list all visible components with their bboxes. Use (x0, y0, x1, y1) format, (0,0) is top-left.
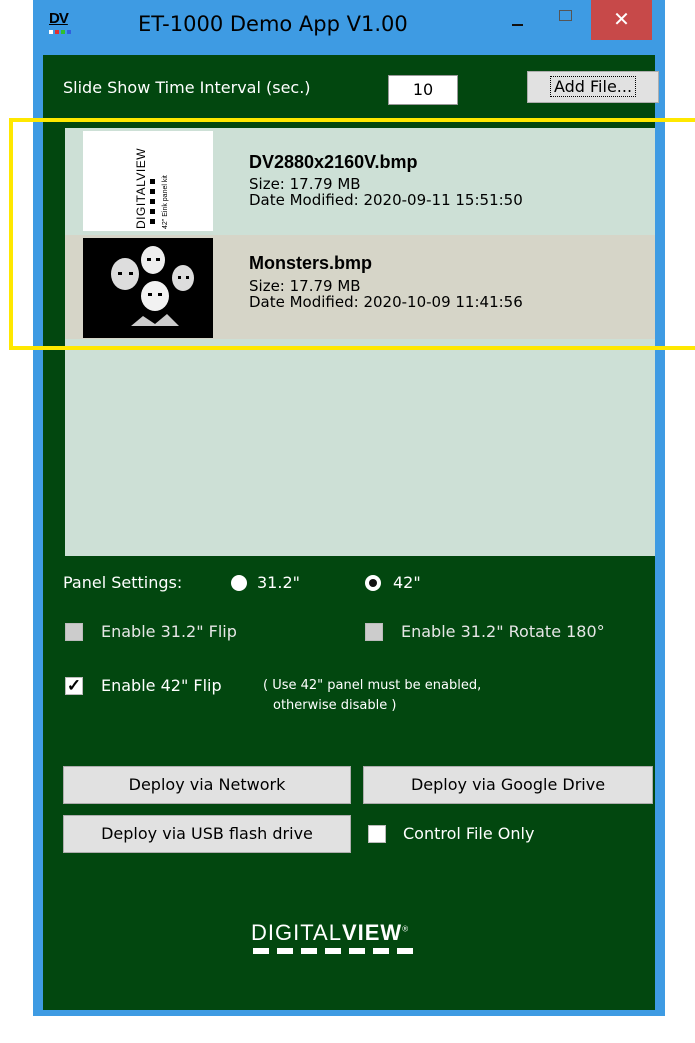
flip-31-label: Enable 31.2" Flip (101, 622, 237, 641)
panel-42-radio[interactable] (365, 575, 381, 591)
flip-31-checkbox[interactable] (65, 623, 83, 641)
close-button[interactable]: ✕ (591, 0, 652, 40)
panel-42-label: 42" (393, 573, 421, 592)
deploy-network-button[interactable]: Deploy via Network (63, 766, 351, 804)
panel-31-radio[interactable] (231, 575, 247, 591)
flip-42-checkbox[interactable]: ✓ (65, 677, 83, 695)
app-icon: DV (49, 10, 71, 40)
maximize-icon (559, 10, 572, 21)
app-icon-label: DV (49, 10, 69, 27)
control-file-only-checkbox[interactable] (368, 825, 386, 843)
minimize-icon (512, 24, 523, 26)
flip-42-label: Enable 42" Flip (101, 676, 222, 695)
rotate-31-checkbox[interactable] (365, 623, 383, 641)
deploy-usb-button[interactable]: Deploy via USB flash drive (63, 815, 351, 853)
digitalview-logo: DIGITALVIEW® (251, 920, 451, 970)
close-icon: ✕ (613, 9, 630, 31)
logo-text-bold: VIEW (341, 920, 403, 945)
selection-highlight (9, 118, 695, 350)
window-title: ET-1000 Demo App V1.00 (138, 12, 408, 36)
add-file-button[interactable]: Add File... (527, 71, 659, 103)
maximize-button[interactable] (541, 0, 591, 40)
add-file-label: Add File... (549, 76, 637, 97)
title-bar[interactable]: DV ET-1000 Demo App V1.00 ✕ (33, 0, 665, 52)
minimize-button[interactable] (491, 0, 541, 40)
interval-label: Slide Show Time Interval (sec.) (63, 78, 311, 97)
panel-31-label: 31.2" (257, 573, 300, 592)
interval-input[interactable]: 10 (388, 75, 458, 105)
flip-42-note-line2: otherwise disable ) (273, 698, 397, 713)
rotate-31-label: Enable 31.2" Rotate 180° (401, 622, 605, 641)
logo-registered-mark: ® (402, 924, 410, 934)
deploy-google-drive-button[interactable]: Deploy via Google Drive (363, 766, 653, 804)
panel-settings-label: Panel Settings: (63, 573, 183, 592)
control-file-only-label: Control File Only (403, 824, 535, 843)
checkmark-icon: ✓ (66, 676, 82, 695)
flip-42-note-line1: ( Use 42" panel must be enabled, (263, 678, 482, 693)
logo-text-light: DIGITAL (251, 920, 342, 945)
